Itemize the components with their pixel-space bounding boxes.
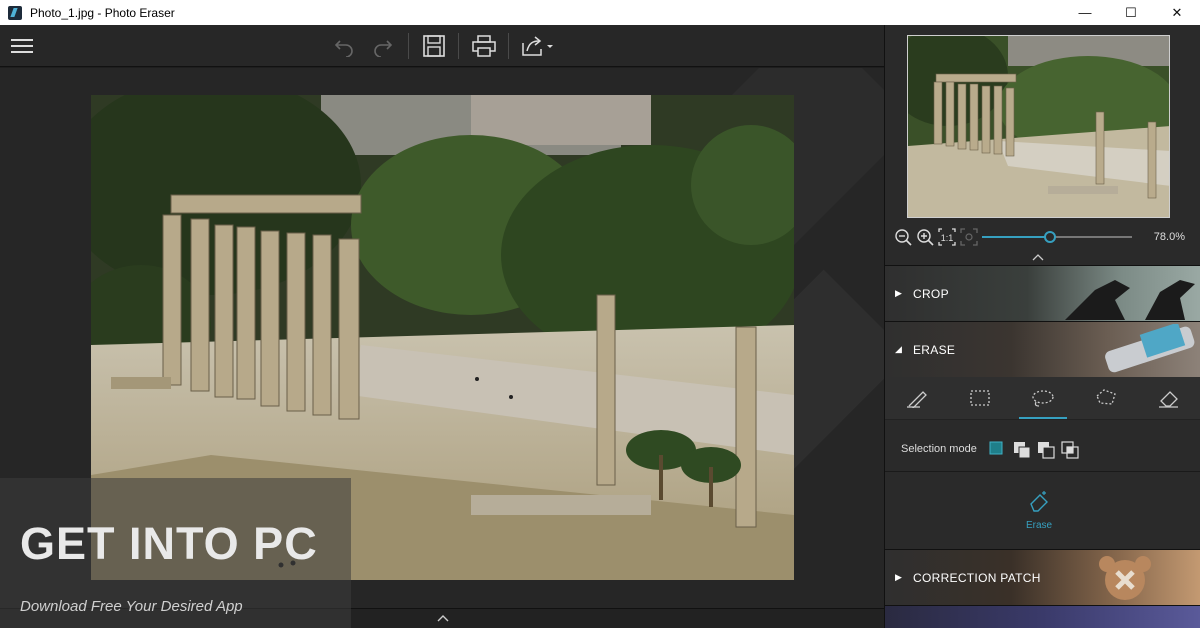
subtract-selection-button[interactable] — [1037, 441, 1055, 459]
new-selection-button[interactable] — [989, 441, 1005, 457]
toolbar-divider — [458, 33, 459, 59]
navigator-thumbnail[interactable] — [907, 35, 1170, 218]
eraser-icon — [1159, 391, 1179, 408]
erase-action-area: Erase — [885, 471, 1200, 549]
intersect-selection-button[interactable] — [1061, 441, 1079, 459]
zoom-slider[interactable] — [982, 231, 1132, 243]
brush-icon — [906, 391, 927, 408]
brush-tool-tab[interactable] — [885, 377, 948, 419]
expand-arrow-icon: ▶ — [895, 572, 902, 582]
app-icon — [8, 5, 22, 20]
correction-patch-label: CORRECTION PATCH — [913, 571, 1041, 585]
selection-mode-row: Selection mode — [901, 441, 1079, 459]
intersect-selection-icon — [1061, 441, 1079, 459]
toolbar-divider — [508, 33, 509, 59]
minimize-button[interactable]: — — [1062, 0, 1108, 25]
toolbar — [0, 25, 884, 67]
watermark-title: GET INTO PC — [20, 518, 318, 569]
toolbar-divider — [408, 33, 409, 59]
erase-button[interactable]: Erase — [1019, 490, 1059, 531]
selection-mode-label: Selection mode — [901, 443, 977, 455]
rect-select-tool-tab[interactable] — [948, 377, 1011, 419]
collapse-arrow-icon: ◢ — [895, 344, 902, 354]
chevron-up-icon[interactable] — [436, 613, 450, 623]
erase-magic-icon — [1030, 491, 1048, 512]
teddy-bear-decoration — [1099, 556, 1151, 600]
next-section-peek[interactable] — [885, 605, 1200, 628]
window-controls: — ☐ ✕ — [1062, 0, 1200, 25]
save-icon[interactable] — [420, 33, 448, 59]
redo-icon[interactable] — [369, 33, 397, 59]
expand-arrow-icon: ▶ — [895, 288, 902, 298]
crop-label: CROP — [913, 287, 949, 301]
polygon-lasso-icon — [1096, 389, 1117, 405]
zoom-controls: 1:1 78.0% — [893, 227, 1193, 247]
new-selection-icon — [989, 441, 1003, 455]
zoom-in-icon[interactable] — [915, 227, 935, 247]
menu-icon[interactable] — [8, 33, 36, 59]
watermark-subtitle: Download Free Your Desired App — [20, 598, 243, 615]
undo-icon[interactable] — [330, 33, 358, 59]
fit-screen-icon[interactable] — [959, 227, 979, 247]
erase-tool-tabs — [885, 377, 1200, 420]
lasso-icon — [1032, 390, 1054, 407]
side-panel: 1:1 78.0% ▶ CROP ◢ ERASE Selection mode … — [884, 25, 1200, 628]
add-selection-button[interactable] — [1013, 441, 1031, 459]
eraser-tool-tab[interactable] — [1138, 377, 1200, 419]
crop-hands-decoration — [1065, 280, 1195, 320]
add-selection-icon — [1013, 442, 1031, 459]
svg-text:1:1: 1:1 — [941, 233, 954, 243]
rect-select-icon — [970, 390, 990, 406]
window-title: Photo_1.jpg - Photo Eraser — [30, 5, 175, 20]
erase-label: ERASE — [913, 343, 956, 357]
zoom-slider-fill — [982, 236, 1050, 238]
eraser-pencil-decoration — [1105, 324, 1195, 373]
crop-section[interactable]: ▶ CROP — [885, 265, 1200, 321]
title-bar: Photo_1.jpg - Photo Eraser — ☐ ✕ — [0, 0, 1200, 25]
share-icon[interactable] — [520, 33, 556, 59]
zoom-out-icon[interactable] — [893, 227, 913, 247]
polygon-lasso-tool-tab[interactable] — [1075, 377, 1138, 419]
zoom-value: 78.0% — [1153, 231, 1185, 243]
correction-patch-section[interactable]: ▶ CORRECTION PATCH — [885, 549, 1200, 605]
actual-size-icon[interactable]: 1:1 — [937, 227, 957, 247]
zoom-slider-knob[interactable] — [1043, 231, 1056, 243]
print-icon[interactable] — [470, 33, 498, 59]
erase-button-label: Erase — [1025, 520, 1053, 531]
collapse-navigator-icon[interactable] — [1031, 252, 1045, 262]
subtract-selection-icon — [1037, 442, 1055, 459]
lasso-tool-tab[interactable] — [1011, 377, 1074, 419]
maximize-button[interactable]: ☐ — [1108, 0, 1154, 25]
erase-section[interactable]: ◢ ERASE — [885, 321, 1200, 377]
close-button[interactable]: ✕ — [1154, 0, 1200, 25]
